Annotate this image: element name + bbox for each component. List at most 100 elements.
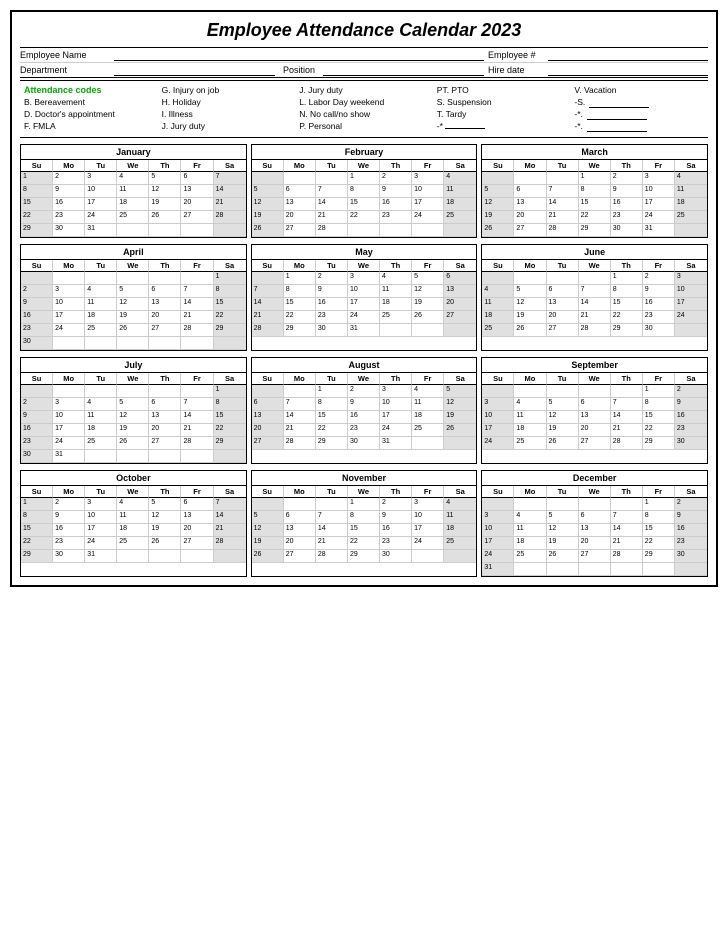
cal-cell: 23 [21,437,53,450]
cal-cell: 21 [181,311,213,324]
cal-cell: 26 [252,550,284,563]
cal-cell: 6 [181,498,213,511]
cal-cell [444,550,476,563]
cal-header-Su: Su [482,373,514,385]
hire-date-label: Hire date [488,65,548,75]
cal-cell: 25 [444,211,476,224]
cal-cell: 5 [149,172,181,185]
cal-cell: 2 [643,272,675,285]
cal-cell: 9 [380,185,412,198]
cal-cell: 8 [643,398,675,411]
cal-cell [181,550,213,563]
cal-cell: 31 [643,224,675,237]
cal-cell: 20 [514,211,546,224]
cal-cell: 4 [380,272,412,285]
cal-cell: 28 [214,537,246,550]
cal-header-Fr: Fr [643,160,675,172]
cal-cell [547,172,579,185]
employee-num-line [548,49,708,61]
cal-cell: 3 [380,385,412,398]
cal-cell: 25 [412,424,444,437]
cal-cell: 12 [444,398,476,411]
cal-cell: 31 [380,437,412,450]
cal-header-Tu: Tu [85,260,117,272]
position-line [323,64,484,76]
cal-cell: 23 [21,324,53,337]
cal-cell: 14 [547,198,579,211]
cal-header-Sa: Sa [444,260,476,272]
cal-header-Fr: Fr [412,260,444,272]
cal-cell: 20 [149,424,181,437]
cal-cell: 18 [412,411,444,424]
cal-cell: 4 [85,398,117,411]
cal-cell: 31 [85,224,117,237]
cal-cell: 9 [380,511,412,524]
cal-cell: 27 [149,437,181,450]
cal-cell: 9 [611,185,643,198]
cal-header-Su: Su [482,260,514,272]
cal-cell: 4 [444,498,476,511]
code-dash3: -*. [574,121,704,133]
employee-name-line [114,49,484,61]
cal-cell: 26 [117,324,149,337]
code-p: P. Personal [299,121,429,133]
cal-header-Mo: Mo [514,373,546,385]
cal-cell [252,172,284,185]
cal-cell: 8 [21,511,53,524]
cal-cell: 23 [316,311,348,324]
cal-cell: 17 [482,424,514,437]
cal-header-Tu: Tu [547,160,579,172]
cal-cell: 18 [85,424,117,437]
cal-cell: 24 [380,424,412,437]
cal-cell [514,172,546,185]
cal-cell: 13 [252,411,284,424]
cal-grid-february: SuMoTuWeThFrSa12345678910111213141516171… [252,160,477,237]
cal-cell [149,272,181,285]
cal-cell: 15 [643,411,675,424]
cal-cell: 4 [444,172,476,185]
cal-cell: 30 [53,224,85,237]
cal-cell [514,385,546,398]
cal-cell [514,563,546,576]
cal-cell: 7 [252,285,284,298]
cal-cell: 29 [316,437,348,450]
cal-header-Th: Th [380,373,412,385]
cal-header-Th: Th [149,486,181,498]
cal-cell: 5 [444,385,476,398]
cal-cell: 27 [579,550,611,563]
cal-cell: 17 [675,298,707,311]
cal-cell: 8 [579,185,611,198]
cal-cell: 4 [85,285,117,298]
cal-cell: 24 [675,311,707,324]
cal-header-We: We [348,373,380,385]
cal-header-Sa: Sa [214,486,246,498]
cal-cell: 2 [611,172,643,185]
cal-header-We: We [579,160,611,172]
cal-cell: 24 [85,537,117,550]
cal-cell: 4 [482,285,514,298]
cal-cell [117,272,149,285]
cal-cell: 6 [547,285,579,298]
cal-cell: 26 [514,324,546,337]
cal-cell: 14 [611,411,643,424]
cal-cell: 27 [149,324,181,337]
cal-cell: 30 [21,337,53,350]
cal-cell: 19 [252,211,284,224]
cal-cell [482,498,514,511]
cal-cell [675,324,707,337]
cal-cell: 13 [579,411,611,424]
cal-cell: 16 [380,524,412,537]
code-i: I. Illness [162,109,292,121]
month-title-december: December [482,471,707,486]
cal-cell: 25 [380,311,412,324]
cal-cell: 18 [117,198,149,211]
cal-cell: 16 [316,298,348,311]
cal-cell: 28 [181,324,213,337]
cal-cell: 3 [675,272,707,285]
calendar-august: AugustSuMoTuWeThFrSa12345678910111213141… [251,357,478,464]
cal-header-Mo: Mo [284,486,316,498]
code-h: H. Holiday [162,97,292,109]
cal-header-Mo: Mo [514,260,546,272]
calendar-row-1: JanuarySuMoTuWeThFrSa1234567891011121314… [20,144,708,238]
cal-header-Sa: Sa [675,486,707,498]
